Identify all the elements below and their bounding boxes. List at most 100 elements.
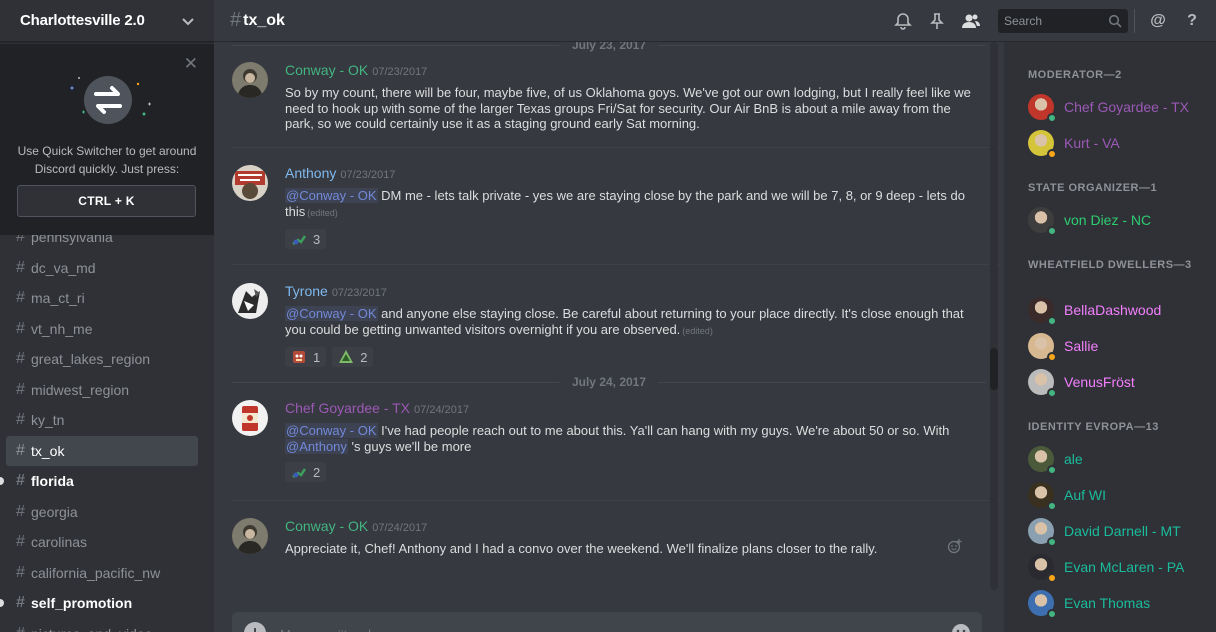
channel-item-georgia[interactable]: # georgia <box>6 497 198 528</box>
date-divider: July 23, 2017 <box>232 42 986 52</box>
channel-item-tx-ok[interactable]: # tx_ok <box>6 435 198 466</box>
avatar[interactable] <box>232 283 268 319</box>
edited-tag: (edited) <box>682 325 713 336</box>
avatar <box>1028 518 1057 547</box>
reaction-button[interactable]: 2 <box>332 347 374 367</box>
channel-item-florida[interactable]: # florida <box>0 466 198 497</box>
user-mention[interactable]: @Conway - OK <box>285 188 378 203</box>
channel-item-great-lakes-region[interactable]: # great_lakes_region <box>6 344 198 375</box>
message-separator <box>232 147 1000 148</box>
member-item[interactable]: Kurt - VA <box>1028 128 1120 159</box>
message-timestamp: 07/24/2017 <box>414 404 470 416</box>
bell-icon[interactable] <box>891 9 915 33</box>
reaction-button[interactable]: 2 <box>285 462 327 482</box>
role-header: MODERATOR—2 <box>1028 69 1122 81</box>
message-timestamp: 07/23/2017 <box>331 287 387 299</box>
message-text: So by my count, there will be four, mayb… <box>285 85 971 131</box>
quick-switcher-icon <box>70 76 151 124</box>
close-icon[interactable]: ✕ <box>184 55 198 72</box>
channel-item-vt-nh-me[interactable]: # vt_nh_me <box>6 314 198 345</box>
channel-item-self-promotion[interactable]: # self_promotion <box>0 588 198 619</box>
member-item[interactable]: Chef Goyardee - TX <box>1028 92 1189 123</box>
user-mention[interactable]: @Conway - OK <box>285 423 378 438</box>
pin-icon[interactable] <box>925 9 949 33</box>
avatar[interactable] <box>232 62 268 98</box>
channel-item-midwest-region[interactable]: # midwest_region <box>6 375 198 406</box>
member-name: VenusFröst <box>1064 374 1135 390</box>
reactions: 2 <box>285 462 975 482</box>
channel-name: pictures_and_video <box>31 626 152 632</box>
message-timestamp: 07/24/2017 <box>372 522 428 534</box>
user-mention[interactable]: @Conway - OK <box>285 306 378 321</box>
chevron-down-icon[interactable] <box>180 13 196 29</box>
channel-item-california-pacific-nw[interactable]: # california_pacific_nw <box>6 558 198 589</box>
member-item[interactable]: Auf WI <box>1028 480 1106 511</box>
message-author[interactable]: Chef Goyardee - TX <box>285 400 410 416</box>
quick-switcher-tip: ✕ Use Quick Switcher to get around Disco… <box>0 44 214 235</box>
member-item[interactable]: von Diez - NC <box>1028 205 1151 236</box>
member-item[interactable]: Evan McLaren - PA <box>1028 552 1185 583</box>
channel-name: tx_ok <box>31 442 65 459</box>
status-indicator <box>1047 501 1057 511</box>
channel-item-ky-tn[interactable]: # ky_tn <box>6 405 198 436</box>
hash-icon: # <box>230 9 242 31</box>
server-header[interactable]: Charlottesville 2.0 <box>0 0 214 42</box>
edited-tag: (edited) <box>307 207 338 218</box>
members-icon[interactable] <box>959 9 983 33</box>
avatar <box>1028 207 1057 236</box>
avatar[interactable] <box>232 400 268 436</box>
channel-name: midwest_region <box>31 381 130 398</box>
member-item[interactable]: VenusFröst <box>1028 367 1135 398</box>
add-reaction-icon[interactable] <box>947 538 963 554</box>
message-text: @Conway - OK I've had people reach out t… <box>285 423 950 454</box>
member-item[interactable]: ale <box>1028 444 1083 475</box>
channel-name: vt_nh_me <box>31 320 93 337</box>
avatar[interactable] <box>232 518 268 554</box>
avatar <box>1028 482 1057 511</box>
reaction-button[interactable]: 1 <box>285 347 327 367</box>
member-item[interactable]: Sallie <box>1028 331 1099 362</box>
message-timestamp: 07/23/2017 <box>372 66 428 78</box>
member-item[interactable]: BellaDashwood <box>1028 295 1161 326</box>
role-header: IDENTITY EVROPA—13 <box>1028 421 1159 433</box>
channel-name: self_promotion <box>31 595 133 612</box>
status-indicator <box>1047 316 1057 326</box>
channel-item-carolinas[interactable]: # carolinas <box>6 527 198 558</box>
channel-name: georgia <box>31 503 78 520</box>
upload-plus-icon[interactable]: + <box>244 622 266 632</box>
quick-switcher-text: Use Quick Switcher to get around Discord… <box>17 144 197 176</box>
reactions: 1 2 <box>285 347 975 367</box>
message-author[interactable]: Anthony <box>285 165 336 181</box>
member-item[interactable]: Evan Thomas <box>1028 588 1151 619</box>
member-name: Evan McLaren - PA <box>1064 559 1185 575</box>
mentions-icon[interactable]: @ <box>1146 9 1170 33</box>
status-indicator <box>1047 573 1057 583</box>
member-item[interactable]: David Darnell - MT <box>1028 516 1181 547</box>
channel-item-dc-va-md[interactable]: # dc_va_md <box>6 253 198 284</box>
member-name: Evan Thomas <box>1064 595 1151 611</box>
channel-item-pictures-and-video[interactable]: # pictures_and_video <box>6 619 198 632</box>
message-input[interactable] <box>280 627 950 632</box>
search-input[interactable] <box>1004 14 1108 28</box>
member-name: Sallie <box>1064 338 1099 354</box>
shortcut-key: CTRL + K <box>17 185 196 217</box>
member-list: MODERATOR—2 Chef Goyardee - TX Kurt - VA ST… <box>1004 42 1216 632</box>
channel-item-ma-ct-ri[interactable]: # ma_ct_ri <box>6 283 198 314</box>
message-separator <box>232 264 1000 265</box>
scrollbar-thumb[interactable] <box>990 348 998 390</box>
help-icon[interactable]: ? <box>1180 9 1204 33</box>
member-name: ale <box>1064 451 1083 467</box>
emoji-icon <box>292 235 307 245</box>
search-box[interactable] <box>998 9 1128 33</box>
scrollbar-track[interactable] <box>990 42 998 590</box>
message-author[interactable]: Conway - OK <box>285 518 368 534</box>
message-author[interactable]: Tyrone <box>285 283 328 299</box>
message-author[interactable]: Conway - OK <box>285 62 368 78</box>
emoji-icon <box>293 351 305 363</box>
avatar[interactable] <box>232 165 268 201</box>
date-divider: July 24, 2017 <box>232 375 986 389</box>
user-mention[interactable]: @Anthony <box>285 438 348 454</box>
emoji-picker-icon[interactable] <box>950 622 972 632</box>
reaction-button[interactable]: 3 <box>285 229 327 249</box>
message-composer: + <box>232 612 982 632</box>
